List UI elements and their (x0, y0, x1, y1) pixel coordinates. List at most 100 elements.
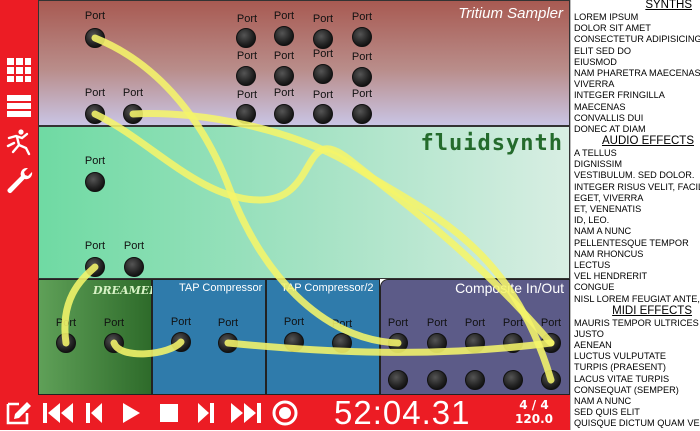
library-item[interactable]: LOREM IPSUM (571, 12, 700, 23)
library-item[interactable]: NAM RHONCUS (571, 249, 700, 260)
port-label: Port (312, 48, 334, 60)
port-jack[interactable] (352, 67, 372, 87)
library-item[interactable]: ET, VENENATIS (571, 204, 700, 215)
tempo: 120.0 (515, 412, 553, 426)
port-label: Port (84, 155, 106, 167)
library-item[interactable]: TURPIS (PRAESENT) (571, 362, 700, 373)
library-item[interactable]: INTEGER RISUS VELIT, FACILISIS (571, 182, 700, 193)
library-item[interactable]: CONVALLIS DUI (571, 113, 700, 124)
port-jack[interactable] (313, 104, 333, 124)
port-jack[interactable] (274, 26, 294, 46)
library-item[interactable]: EGET, VIVERRA (571, 193, 700, 204)
library-item[interactable]: PELLENTESQUE TEMPOR (571, 238, 700, 249)
port-jack[interactable] (313, 64, 333, 84)
module-tap-compressor-2[interactable]: TAP Compressor/2 (266, 279, 380, 395)
port-jack[interactable] (427, 333, 447, 353)
port-jack[interactable] (332, 333, 352, 353)
library-item[interactable]: MAECENAS (571, 102, 700, 113)
list-icon[interactable] (0, 90, 38, 122)
port-jack[interactable] (104, 333, 124, 353)
module-title: DREAMER (93, 284, 159, 297)
library-item[interactable]: DOLOR SIT AMET (571, 23, 700, 34)
port-jack[interactable] (465, 370, 485, 390)
library-item[interactable]: ELIT SED DO (571, 46, 700, 57)
port-jack[interactable] (541, 333, 561, 353)
step-back-icon[interactable] (82, 395, 106, 430)
port-jack[interactable] (85, 172, 105, 192)
port-jack[interactable] (236, 66, 256, 86)
library-item[interactable]: A TELLUS (571, 148, 700, 159)
grid-icon[interactable] (0, 54, 38, 86)
performer-icon[interactable] (0, 126, 38, 158)
port-label: Port (170, 316, 192, 328)
library-item[interactable]: AENEAN (571, 340, 700, 351)
library-item[interactable]: EIUSMOD (571, 57, 700, 68)
library-item[interactable]: NAM PHARETRA MAECENAS (571, 68, 700, 79)
library-item[interactable]: ID, LEO. (571, 215, 700, 226)
port-jack[interactable] (124, 257, 144, 277)
library-item[interactable]: CONGUE (571, 282, 700, 293)
play-icon[interactable] (118, 395, 144, 430)
port-jack[interactable] (85, 257, 105, 277)
library-item[interactable]: VESTIBULUM. SED DOLOR. (571, 170, 700, 181)
library-item[interactable]: INTEGER FRINGILLA (571, 90, 700, 101)
library-item[interactable]: DONEC AT DIAM (571, 124, 700, 135)
edit-icon[interactable] (4, 395, 34, 430)
library-item[interactable]: DIGNISSIM (571, 159, 700, 170)
port-jack[interactable] (274, 104, 294, 124)
record-icon[interactable] (270, 395, 300, 430)
library-item[interactable]: LACUS VITAE TURPIS (571, 374, 700, 385)
port-jack[interactable] (85, 28, 105, 48)
library-item[interactable]: NISL LOREM FEUGIAT ANTE, NEC (571, 294, 700, 305)
port-jack[interactable] (352, 104, 372, 124)
audio-effects-list: A TELLUS DIGNISSIM VESTIBULUM. SED DOLOR. I… (571, 148, 700, 305)
port-jack[interactable] (284, 332, 304, 352)
port-label: Port (122, 87, 144, 99)
port-label: Port (84, 10, 106, 22)
port-jack[interactable] (503, 370, 523, 390)
port-jack[interactable] (313, 29, 333, 49)
module-dreamer[interactable]: DREAMER (38, 279, 158, 395)
port-jack[interactable] (503, 333, 523, 353)
skip-forward-icon[interactable] (228, 395, 264, 430)
port-label: Port (55, 317, 77, 329)
library-item[interactable]: CONSEQUAT (SEMPER) (571, 385, 700, 396)
stop-icon[interactable] (156, 395, 182, 430)
port-jack[interactable] (171, 332, 191, 352)
library-item[interactable]: CONSECTETUR ADIPISICING (571, 34, 700, 45)
wrench-icon[interactable] (0, 164, 38, 196)
port-jack[interactable] (427, 370, 447, 390)
port-jack[interactable] (388, 333, 408, 353)
library-item[interactable]: MAURIS TEMPOR ULTRICES (571, 318, 700, 329)
port-jack[interactable] (388, 370, 408, 390)
port-label: Port (502, 317, 524, 329)
skip-back-icon[interactable] (40, 395, 76, 430)
port-jack[interactable] (56, 333, 76, 353)
port-jack[interactable] (123, 104, 143, 124)
library-item[interactable]: SED QUIS ELIT (571, 407, 700, 418)
library-item[interactable]: QUISQUE DICTUM QUAM VEL (571, 418, 700, 429)
port-label: Port (312, 89, 334, 101)
port-jack[interactable] (236, 28, 256, 48)
module-fluidsynth[interactable]: fluidsynth (38, 126, 570, 279)
step-forward-icon[interactable] (194, 395, 218, 430)
library-item[interactable]: LECTUS (571, 260, 700, 271)
library-item[interactable]: NAM A NUNC (571, 396, 700, 407)
plugin-library: SYNTHS LOREM IPSUM DOLOR SIT AMET CONSECTE… (570, 0, 700, 430)
library-item[interactable]: LUCTUS VULPUTATE (571, 351, 700, 362)
library-item[interactable]: VIVERRA (571, 79, 700, 90)
port-label: Port (464, 317, 486, 329)
port-jack[interactable] (236, 104, 256, 124)
port-jack[interactable] (85, 104, 105, 124)
port-jack[interactable] (465, 333, 485, 353)
port-jack[interactable] (541, 370, 561, 390)
port-jack[interactable] (218, 333, 238, 353)
library-item[interactable]: NAM A NUNC (571, 226, 700, 237)
port-jack[interactable] (274, 66, 294, 86)
port-label: Port (236, 50, 258, 62)
port-label: Port (103, 317, 125, 329)
module-tap-compressor[interactable]: TAP Compressor (152, 279, 266, 395)
library-item[interactable]: JUSTO (571, 329, 700, 340)
library-item[interactable]: VEL HENDRERIT (571, 271, 700, 282)
port-jack[interactable] (352, 27, 372, 47)
